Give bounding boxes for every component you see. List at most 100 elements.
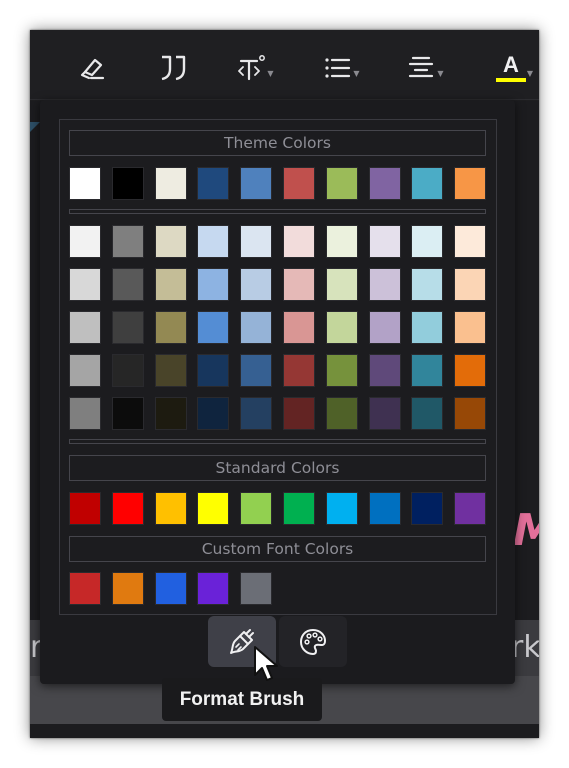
font-color-dropdown[interactable]: A ▼: [490, 50, 539, 86]
theme-shade-swatch[interactable]: [197, 397, 229, 430]
standard-color-swatch[interactable]: [155, 492, 187, 525]
theme-shade-swatch[interactable]: [411, 397, 443, 430]
theme-shade-swatch[interactable]: [454, 354, 486, 387]
theme-shade-swatch[interactable]: [69, 354, 101, 387]
theme-shade-swatch[interactable]: [326, 354, 358, 387]
bulleted-list-icon: [325, 58, 351, 78]
theme-shade-swatch[interactable]: [454, 397, 486, 430]
theme-shade-swatch[interactable]: [240, 311, 272, 344]
theme-shade-swatch[interactable]: [411, 268, 443, 301]
section-divider: [69, 209, 486, 214]
align-dropdown[interactable]: ▼: [402, 50, 448, 86]
theme-shade-swatch[interactable]: [197, 225, 229, 258]
theme-shade-swatch[interactable]: [283, 268, 315, 301]
custom-color-swatch[interactable]: [197, 572, 229, 605]
eraser-icon: [80, 58, 105, 80]
standard-color-swatch[interactable]: [283, 492, 315, 525]
custom-color-swatch[interactable]: [240, 572, 272, 605]
font-color-icon: A: [495, 52, 526, 82]
chevron-down-icon: ▼: [526, 68, 534, 78]
theme-shade-swatch[interactable]: [155, 268, 187, 301]
theme-shade-swatch[interactable]: [69, 225, 101, 258]
theme-shade-swatch[interactable]: [112, 397, 144, 430]
theme-shade-swatch[interactable]: [411, 225, 443, 258]
formatting-toolbar: ▼ ▼ ▼ A ▼: [30, 30, 539, 100]
theme-shade-swatch[interactable]: [240, 225, 272, 258]
custom-color-swatch[interactable]: [69, 572, 101, 605]
chevron-down-icon: ▼: [437, 68, 444, 78]
chevron-down-icon: ▼: [353, 68, 360, 78]
theme-shade-swatch[interactable]: [454, 268, 486, 301]
theme-color-swatch[interactable]: [411, 167, 443, 200]
standard-color-swatch[interactable]: [326, 492, 358, 525]
theme-color-swatch[interactable]: [369, 167, 401, 200]
theme-shade-swatch[interactable]: [69, 397, 101, 430]
standard-color-swatch[interactable]: [240, 492, 272, 525]
theme-shade-swatch[interactable]: [69, 311, 101, 344]
theme-shade-swatch[interactable]: [155, 397, 187, 430]
theme-colors-header: Theme Colors: [69, 130, 486, 156]
theme-shade-swatch[interactable]: [369, 397, 401, 430]
theme-shade-swatch[interactable]: [369, 225, 401, 258]
theme-shade-swatch[interactable]: [326, 225, 358, 258]
theme-shade-swatch[interactable]: [155, 354, 187, 387]
background-text-right: rk: [511, 630, 539, 665]
theme-shade-swatch[interactable]: [454, 225, 486, 258]
theme-shade-swatch[interactable]: [197, 354, 229, 387]
standard-color-swatch[interactable]: [369, 492, 401, 525]
theme-shade-swatch[interactable]: [155, 311, 187, 344]
theme-shade-swatch[interactable]: [411, 354, 443, 387]
theme-color-swatch[interactable]: [283, 167, 315, 200]
theme-shade-swatch[interactable]: [283, 311, 315, 344]
theme-shade-swatch[interactable]: [197, 268, 229, 301]
theme-color-swatch[interactable]: [155, 167, 187, 200]
theme-shade-swatch[interactable]: [454, 311, 486, 344]
theme-color-swatch[interactable]: [112, 167, 144, 200]
theme-shade-swatch[interactable]: [112, 311, 144, 344]
standard-colors-header: Standard Colors: [69, 455, 486, 481]
theme-color-swatch[interactable]: [240, 167, 272, 200]
background-decoration: [30, 122, 40, 132]
theme-color-swatch[interactable]: [69, 167, 101, 200]
theme-shade-swatch[interactable]: [155, 225, 187, 258]
theme-shade-swatch[interactable]: [112, 225, 144, 258]
theme-shade-swatch[interactable]: [369, 354, 401, 387]
standard-color-swatch[interactable]: [411, 492, 443, 525]
standard-color-swatch[interactable]: [69, 492, 101, 525]
theme-shade-swatch[interactable]: [197, 311, 229, 344]
standard-color-swatch[interactable]: [197, 492, 229, 525]
standard-color-swatch[interactable]: [112, 492, 144, 525]
theme-shade-swatch[interactable]: [240, 268, 272, 301]
theme-shade-swatch[interactable]: [369, 311, 401, 344]
theme-shade-swatch[interactable]: [112, 268, 144, 301]
theme-shade-swatch[interactable]: [283, 397, 315, 430]
theme-color-swatch[interactable]: [197, 167, 229, 200]
custom-color-swatch[interactable]: [155, 572, 187, 605]
eraser-button[interactable]: [74, 50, 110, 86]
theme-shade-swatch[interactable]: [240, 397, 272, 430]
theme-color-swatch[interactable]: [326, 167, 358, 200]
theme-shade-swatch[interactable]: [112, 354, 144, 387]
theme-shade-swatch[interactable]: [326, 311, 358, 344]
theme-shade-swatch[interactable]: [69, 268, 101, 301]
custom-color-swatch[interactable]: [112, 572, 144, 605]
theme-shade-swatch[interactable]: [240, 354, 272, 387]
list-dropdown[interactable]: ▼: [318, 50, 364, 86]
mouse-cursor-icon: [254, 646, 278, 681]
custom-colors-header: Custom Font Colors: [69, 536, 486, 562]
text-size-icon: [238, 55, 266, 81]
theme-shade-swatch[interactable]: [283, 225, 315, 258]
font-color-bar: [495, 78, 526, 82]
quote-button[interactable]: [154, 50, 194, 86]
theme-shade-swatch[interactable]: [411, 311, 443, 344]
theme-shade-swatch[interactable]: [369, 268, 401, 301]
font-color-letter: A: [502, 52, 519, 77]
text-size-dropdown[interactable]: ▼: [232, 50, 278, 86]
section-divider: [69, 439, 486, 444]
theme-color-swatch[interactable]: [454, 167, 486, 200]
theme-shade-swatch[interactable]: [326, 268, 358, 301]
theme-shade-swatch[interactable]: [326, 397, 358, 430]
standard-color-swatch[interactable]: [454, 492, 486, 525]
palette-tab[interactable]: [279, 616, 347, 667]
theme-shade-swatch[interactable]: [283, 354, 315, 387]
